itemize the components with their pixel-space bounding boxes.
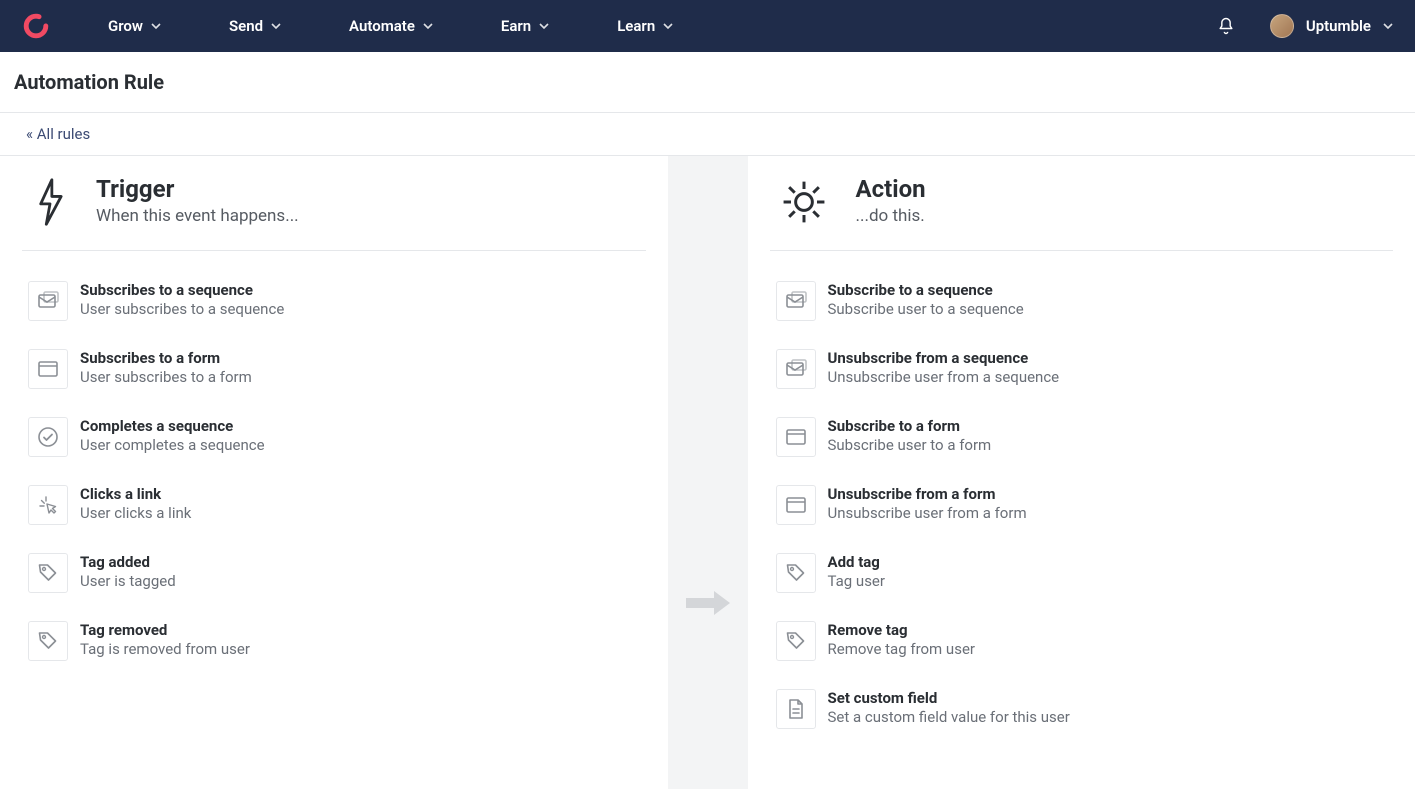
action-option[interactable]: Set custom fieldSet a custom field value… bbox=[776, 681, 1394, 749]
tag-icon bbox=[776, 553, 816, 593]
breadcrumb-all-rules[interactable]: « All rules bbox=[26, 125, 90, 143]
nav-grow[interactable]: Grow bbox=[108, 17, 161, 35]
action-panel: Action ...do this. Subscribe to a sequen… bbox=[748, 156, 1415, 789]
form-icon bbox=[28, 349, 68, 389]
option-title: Add tag bbox=[828, 553, 885, 571]
action-option-list: Subscribe to a sequenceSubscribe user to… bbox=[770, 251, 1394, 749]
nav-learn-label: Learn bbox=[617, 17, 655, 35]
nav-earn[interactable]: Earn bbox=[501, 17, 549, 35]
nav-grow-label: Grow bbox=[108, 17, 143, 35]
option-subtitle: Tag is removed from user bbox=[80, 640, 250, 658]
option-subtitle: User subscribes to a form bbox=[80, 368, 252, 386]
option-title: Set custom field bbox=[828, 689, 1070, 707]
option-title: Subscribes to a form bbox=[80, 349, 252, 367]
action-option[interactable]: Subscribe to a sequenceSubscribe user to… bbox=[776, 273, 1394, 341]
nav-learn[interactable]: Learn bbox=[617, 17, 673, 35]
chevron-down-icon bbox=[423, 21, 433, 31]
chevron-down-icon bbox=[151, 21, 161, 31]
form-icon bbox=[776, 417, 816, 457]
tag-icon bbox=[28, 553, 68, 593]
action-title: Action bbox=[856, 176, 926, 202]
trigger-option[interactable]: Tag removedTag is removed from user bbox=[28, 613, 646, 681]
arrow-right-icon bbox=[684, 589, 732, 617]
divider-column bbox=[668, 156, 748, 789]
click-icon bbox=[28, 485, 68, 525]
chevron-down-icon bbox=[271, 21, 281, 31]
page-title: Automation Rule bbox=[14, 70, 1401, 94]
trigger-option-list: Subscribes to a sequenceUser subscribes … bbox=[22, 251, 646, 681]
chevron-down-icon bbox=[539, 21, 549, 31]
nav-send-label: Send bbox=[229, 17, 263, 35]
trigger-option[interactable]: Tag addedUser is tagged bbox=[28, 545, 646, 613]
option-subtitle: Subscribe user to a form bbox=[828, 436, 992, 454]
bolt-icon bbox=[30, 176, 70, 228]
action-subtitle: ...do this. bbox=[856, 206, 926, 226]
trigger-panel: Trigger When this event happens... Subsc… bbox=[0, 156, 668, 789]
trigger-option[interactable]: Completes a sequenceUser completes a seq… bbox=[28, 409, 646, 477]
check-icon bbox=[28, 417, 68, 457]
page-header: Automation Rule bbox=[0, 52, 1415, 113]
logo-icon bbox=[22, 12, 50, 40]
trigger-title: Trigger bbox=[96, 176, 299, 202]
option-title: Clicks a link bbox=[80, 485, 191, 503]
nav-items: Grow Send Automate Earn Learn bbox=[108, 17, 673, 35]
form-icon bbox=[776, 485, 816, 525]
account-name: Uptumble bbox=[1306, 17, 1371, 35]
doc-icon bbox=[776, 689, 816, 729]
trigger-option[interactable]: Subscribes to a sequenceUser subscribes … bbox=[28, 273, 646, 341]
option-title: Completes a sequence bbox=[80, 417, 265, 435]
option-title: Subscribes to a sequence bbox=[80, 281, 284, 299]
option-subtitle: Unsubscribe user from a sequence bbox=[828, 368, 1060, 386]
option-subtitle: Unsubscribe user from a form bbox=[828, 504, 1027, 522]
option-subtitle: User clicks a link bbox=[80, 504, 191, 522]
sequence-icon bbox=[28, 281, 68, 321]
top-nav: Grow Send Automate Earn Learn Uptumble bbox=[0, 0, 1415, 52]
action-option[interactable]: Add tagTag user bbox=[776, 545, 1394, 613]
nav-earn-label: Earn bbox=[501, 17, 531, 35]
option-subtitle: User completes a sequence bbox=[80, 436, 265, 454]
option-subtitle: User is tagged bbox=[80, 572, 176, 590]
sequence-icon bbox=[776, 281, 816, 321]
option-title: Tag removed bbox=[80, 621, 250, 639]
option-subtitle: User subscribes to a sequence bbox=[80, 300, 284, 318]
option-subtitle: Set a custom field value for this user bbox=[828, 708, 1070, 726]
option-title: Subscribe to a sequence bbox=[828, 281, 1024, 299]
account-menu[interactable]: Uptumble bbox=[1270, 14, 1393, 38]
action-option[interactable]: Remove tagRemove tag from user bbox=[776, 613, 1394, 681]
breadcrumb-row: « All rules bbox=[0, 113, 1415, 156]
trigger-option[interactable]: Clicks a linkUser clicks a link bbox=[28, 477, 646, 545]
gear-icon bbox=[778, 176, 830, 228]
chevron-down-icon bbox=[663, 21, 673, 31]
option-title: Remove tag bbox=[828, 621, 975, 639]
option-subtitle: Tag user bbox=[828, 572, 885, 590]
nav-send[interactable]: Send bbox=[229, 17, 281, 35]
action-option[interactable]: Subscribe to a formSubscribe user to a f… bbox=[776, 409, 1394, 477]
tag-icon bbox=[776, 621, 816, 661]
chevron-down-icon bbox=[1383, 21, 1393, 31]
option-subtitle: Subscribe user to a sequence bbox=[828, 300, 1024, 318]
action-option[interactable]: Unsubscribe from a sequenceUnsubscribe u… bbox=[776, 341, 1394, 409]
trigger-option[interactable]: Subscribes to a formUser subscribes to a… bbox=[28, 341, 646, 409]
option-title: Unsubscribe from a form bbox=[828, 485, 1027, 503]
nav-automate[interactable]: Automate bbox=[349, 17, 433, 35]
tag-icon bbox=[28, 621, 68, 661]
option-title: Tag added bbox=[80, 553, 176, 571]
option-title: Subscribe to a form bbox=[828, 417, 992, 435]
trigger-subtitle: When this event happens... bbox=[96, 206, 299, 226]
avatar bbox=[1270, 14, 1294, 38]
bell-icon[interactable] bbox=[1216, 16, 1236, 36]
option-title: Unsubscribe from a sequence bbox=[828, 349, 1060, 367]
nav-automate-label: Automate bbox=[349, 17, 415, 35]
option-subtitle: Remove tag from user bbox=[828, 640, 975, 658]
action-option[interactable]: Unsubscribe from a formUnsubscribe user … bbox=[776, 477, 1394, 545]
sequence-icon bbox=[776, 349, 816, 389]
